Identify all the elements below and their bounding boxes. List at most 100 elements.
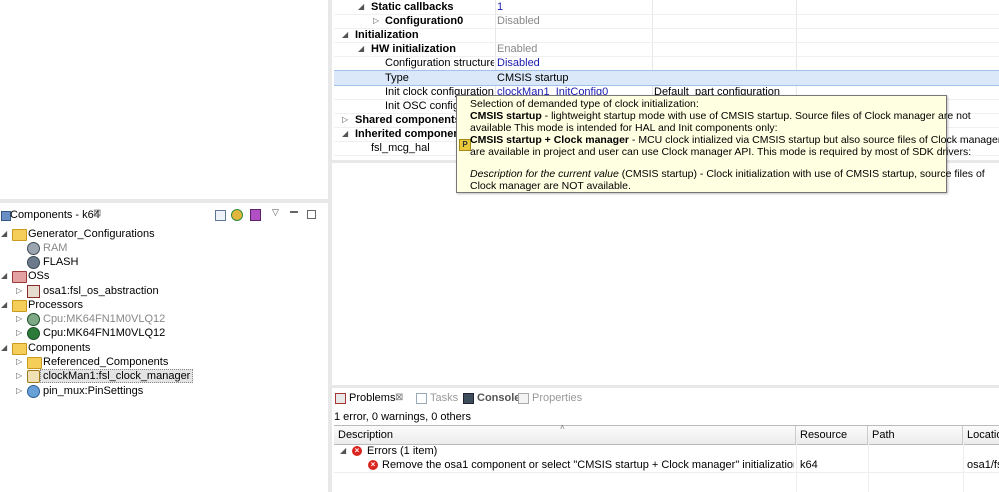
view-menu-icon[interactable]: ▽ (272, 207, 279, 218)
collapse-arrow-icon[interactable]: ▷ (16, 384, 22, 398)
problems-icon (335, 393, 346, 404)
property-row-type[interactable]: Type CMSIS startup (334, 70, 999, 86)
column-header-resource[interactable]: Resource (796, 426, 868, 444)
minimize-view-icon[interactable] (290, 211, 298, 213)
property-name: Shared components (355, 114, 461, 126)
error-description: Remove the osa1 component or select "CMS… (382, 459, 794, 471)
tooltip-line: Selection of demanded type of clock init… (470, 98, 699, 110)
gear-icon (27, 242, 40, 255)
problems-summary: 1 error, 0 warnings, 0 others (334, 411, 471, 423)
column-header-description[interactable]: Description (334, 426, 796, 444)
tree-item-label: Generator_Configurations (28, 228, 155, 240)
expand-arrow-icon[interactable]: ◢ (1, 341, 7, 355)
tab-label: Tasks (430, 392, 459, 404)
tree-item-label: Cpu:MK64FN1M0VLQ12 (43, 327, 166, 339)
tooltip-bold-term: CMSIS startup (470, 110, 542, 122)
left-upper-pane (0, 0, 328, 199)
components-view-title: Components - k64 (10, 209, 100, 221)
property-name: Static callbacks (371, 1, 454, 13)
collapse-arrow-icon[interactable]: ▷ (16, 355, 22, 369)
problems-column-divider (796, 443, 797, 492)
tooltip-line: Description for the current value (CMSIS… (470, 168, 985, 180)
property-name: HW initialization (371, 43, 456, 55)
property-name: Inherited components (355, 128, 470, 140)
expand-arrow-icon[interactable]: ◢ (1, 227, 7, 241)
tooltip-line: available This mode is intended for HAL … (470, 122, 778, 134)
column-header-location[interactable]: Location (963, 426, 999, 444)
expand-arrow-icon[interactable]: ◢ (342, 28, 348, 42)
tree-item-label: Referenced_Components (43, 356, 169, 368)
problems-table-header: Description ˄ Resource Path Location (334, 423, 999, 445)
problems-column-divider (868, 443, 869, 492)
property-value[interactable]: Disabled (497, 14, 652, 28)
column-header-path[interactable]: Path (868, 426, 963, 444)
property-name: Type (385, 72, 409, 84)
close-icon[interactable]: ⊠ (395, 392, 403, 403)
problems-error-row[interactable]: × Remove the osa1 component or select "C… (334, 458, 999, 473)
property-value[interactable]: CMSIS startup (497, 71, 652, 85)
tree-item-label: OSs (28, 270, 50, 282)
expand-arrow-icon[interactable]: ◢ (342, 127, 348, 141)
expand-arrow-icon[interactable]: ◢ (1, 269, 7, 283)
property-value[interactable] (497, 28, 652, 42)
folder-icon (12, 343, 27, 355)
collapse-arrow-icon[interactable]: ▷ (16, 312, 22, 326)
folder-icon (12, 229, 27, 241)
property-row-configuration-structures[interactable]: Configuration structures g Disabled (334, 56, 999, 71)
tooltip-text: (CMSIS startup) - Clock initialization w… (618, 168, 985, 180)
property-row-static-callbacks[interactable]: ◢ Static callbacks 1 (334, 0, 999, 15)
tooltip-line: are available in project and user can us… (470, 146, 972, 158)
expand-arrow-icon[interactable]: ◢ (358, 0, 364, 14)
expand-arrow-icon[interactable]: ◢ (1, 298, 7, 312)
maximize-view-icon[interactable] (307, 210, 316, 219)
problems-group-row[interactable]: ◢ × Errors (1 item) (334, 444, 999, 458)
tab-label: Properties (532, 392, 583, 404)
cpu-icon (27, 327, 40, 340)
property-tooltip: P Selection of demanded type of clock in… (456, 95, 999, 193)
collapse-arrow-icon[interactable]: ▷ (16, 369, 22, 383)
expand-arrow-icon[interactable]: ◢ (340, 444, 346, 458)
error-icon: × (352, 446, 362, 456)
tooltip-line: CMSIS startup + Clock manager - MCU cloc… (470, 134, 999, 146)
property-name: Configuration structures g (385, 57, 494, 69)
tree-item-label: clockMan1:fsl_clock_manager (40, 369, 194, 383)
collapse-arrow-icon[interactable]: ▷ (342, 113, 348, 127)
property-row-hw-initialization[interactable]: ◢ HW initialization Enabled (334, 42, 999, 57)
property-name: fsl_mcg_hal (371, 142, 430, 154)
tooltip-bold-term: CMSIS startup + Clock manager (470, 134, 630, 146)
tree-item-label: FLASH (43, 256, 79, 268)
property-value[interactable]: 1 (497, 0, 652, 14)
refresh-components-icon[interactable] (231, 209, 243, 221)
tree-item-label: RAM (43, 242, 68, 254)
folder-icon (27, 357, 42, 369)
components-view-tab[interactable]: Components - k64 ⊠ ▽ (0, 206, 326, 224)
properties-icon (518, 393, 529, 404)
property-row-initialization[interactable]: ◢ Initialization (334, 28, 999, 43)
expand-arrow-icon[interactable]: ◢ (358, 42, 364, 56)
property-name: Configuration0 (385, 15, 464, 27)
tree-item-label: Cpu:MK64FN1M0VLQ12 (43, 313, 166, 325)
property-value[interactable]: Enabled (497, 42, 652, 56)
bottom-view-tabs: Problems ⊠ Tasks Console Properties (332, 390, 999, 408)
tree-item-label: pin_mux:PinSettings (43, 385, 144, 397)
tab-label: Console (477, 392, 521, 404)
error-icon: × (368, 460, 378, 470)
property-row-configuration0[interactable]: ▷ Configuration0 Disabled (334, 14, 999, 29)
collapse-all-icon[interactable] (215, 210, 226, 221)
property-value[interactable]: Disabled (497, 56, 652, 70)
tooltip-italic-term: Description for the current value (470, 168, 619, 180)
tree-item-label: osa1:fsl_os_abstraction (43, 285, 159, 297)
components-view-close-icon[interactable]: ⊠ (93, 208, 101, 219)
tab-label: Problems (349, 392, 396, 404)
cpu-icon (27, 313, 40, 326)
sort-ascending-icon: ˄ (560, 423, 565, 432)
collapse-arrow-icon[interactable]: ▷ (373, 14, 379, 28)
collapse-arrow-icon[interactable]: ▷ (16, 284, 22, 298)
property-name: Initialization (355, 29, 419, 41)
collapse-arrow-icon[interactable]: ▷ (16, 326, 22, 340)
tree-item-clockman1[interactable]: ▷ clockMan1:fsl_clock_manager (0, 369, 194, 383)
tree-item-label: Components (28, 342, 91, 354)
os-component-icon (27, 285, 40, 298)
os-folder-icon (12, 271, 27, 283)
add-component-icon[interactable] (250, 209, 261, 221)
